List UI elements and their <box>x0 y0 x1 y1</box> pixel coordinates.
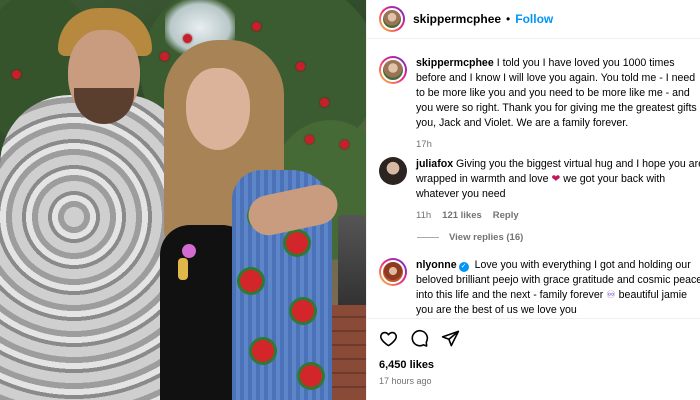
jacket-rose <box>252 340 274 362</box>
post-header: skippermcphee • Follow <box>367 0 700 39</box>
comment-age: 11h <box>416 210 432 221</box>
caption-avatar[interactable] <box>379 56 407 84</box>
rose <box>183 34 192 43</box>
rose <box>320 98 329 107</box>
verified-badge-icon: ✓ <box>458 262 469 272</box>
post-photo[interactable] <box>0 0 366 400</box>
pendant <box>182 244 196 258</box>
view-replies-label: View replies (16) <box>449 232 524 243</box>
author-avatar[interactable] <box>379 6 405 32</box>
jacket-rose <box>286 232 308 254</box>
jacket-rose <box>240 270 262 292</box>
comment-avatar[interactable] <box>379 258 407 286</box>
heart-emoji: ❤ <box>551 173 561 185</box>
infinity-emoji: ♾ <box>606 289 616 301</box>
jacket-rose <box>300 365 322 387</box>
share-icon[interactable] <box>441 329 460 348</box>
woman-face <box>186 68 250 150</box>
jacket-rose <box>292 300 314 322</box>
rose <box>340 140 349 149</box>
caption-age: 17h <box>416 139 432 150</box>
replies-line <box>417 237 439 238</box>
comment-meta: 11h 121 likes Reply <box>416 208 700 223</box>
reply-button[interactable]: Reply <box>493 208 519 223</box>
comment-username[interactable]: nlyonne <box>416 259 457 271</box>
likes-count[interactable]: 6,450 likes <box>379 359 434 371</box>
heart-icon[interactable] <box>379 329 398 348</box>
rose <box>305 135 314 144</box>
rose <box>12 70 21 79</box>
post-sidebar: skippermcphee • Follow skippermcphee I t… <box>366 0 700 400</box>
comment-avatar[interactable] <box>379 157 407 185</box>
separator-dot: • <box>506 12 511 26</box>
caption-meta: 17h <box>416 137 700 152</box>
comment-item: juliafox Giving you the biggest virtual … <box>379 157 700 223</box>
rose <box>296 62 305 71</box>
post-timestamp: 17 hours ago <box>379 376 432 386</box>
rose <box>160 52 169 61</box>
rose <box>252 22 261 31</box>
man-hoodie <box>0 95 185 400</box>
follow-button[interactable]: Follow <box>515 12 553 26</box>
caption: skippermcphee I told you I have loved yo… <box>379 56 700 152</box>
action-bar: 6,450 likes 17 hours ago <box>367 318 700 400</box>
comment-icon[interactable] <box>410 329 429 348</box>
comments-list[interactable]: skippermcphee I told you I have loved yo… <box>367 40 700 318</box>
comment-username[interactable]: juliafox <box>416 158 453 170</box>
comment-item: nlyonne ✓ Love you with everything I got … <box>379 258 700 318</box>
view-replies-button[interactable]: View replies (16) <box>417 232 523 243</box>
action-icons <box>379 329 460 348</box>
author-username[interactable]: skippermcphee <box>413 12 501 26</box>
pendant <box>178 258 188 280</box>
comment-likes[interactable]: 121 likes <box>442 208 482 223</box>
caption-username[interactable]: skippermcphee <box>416 57 494 69</box>
